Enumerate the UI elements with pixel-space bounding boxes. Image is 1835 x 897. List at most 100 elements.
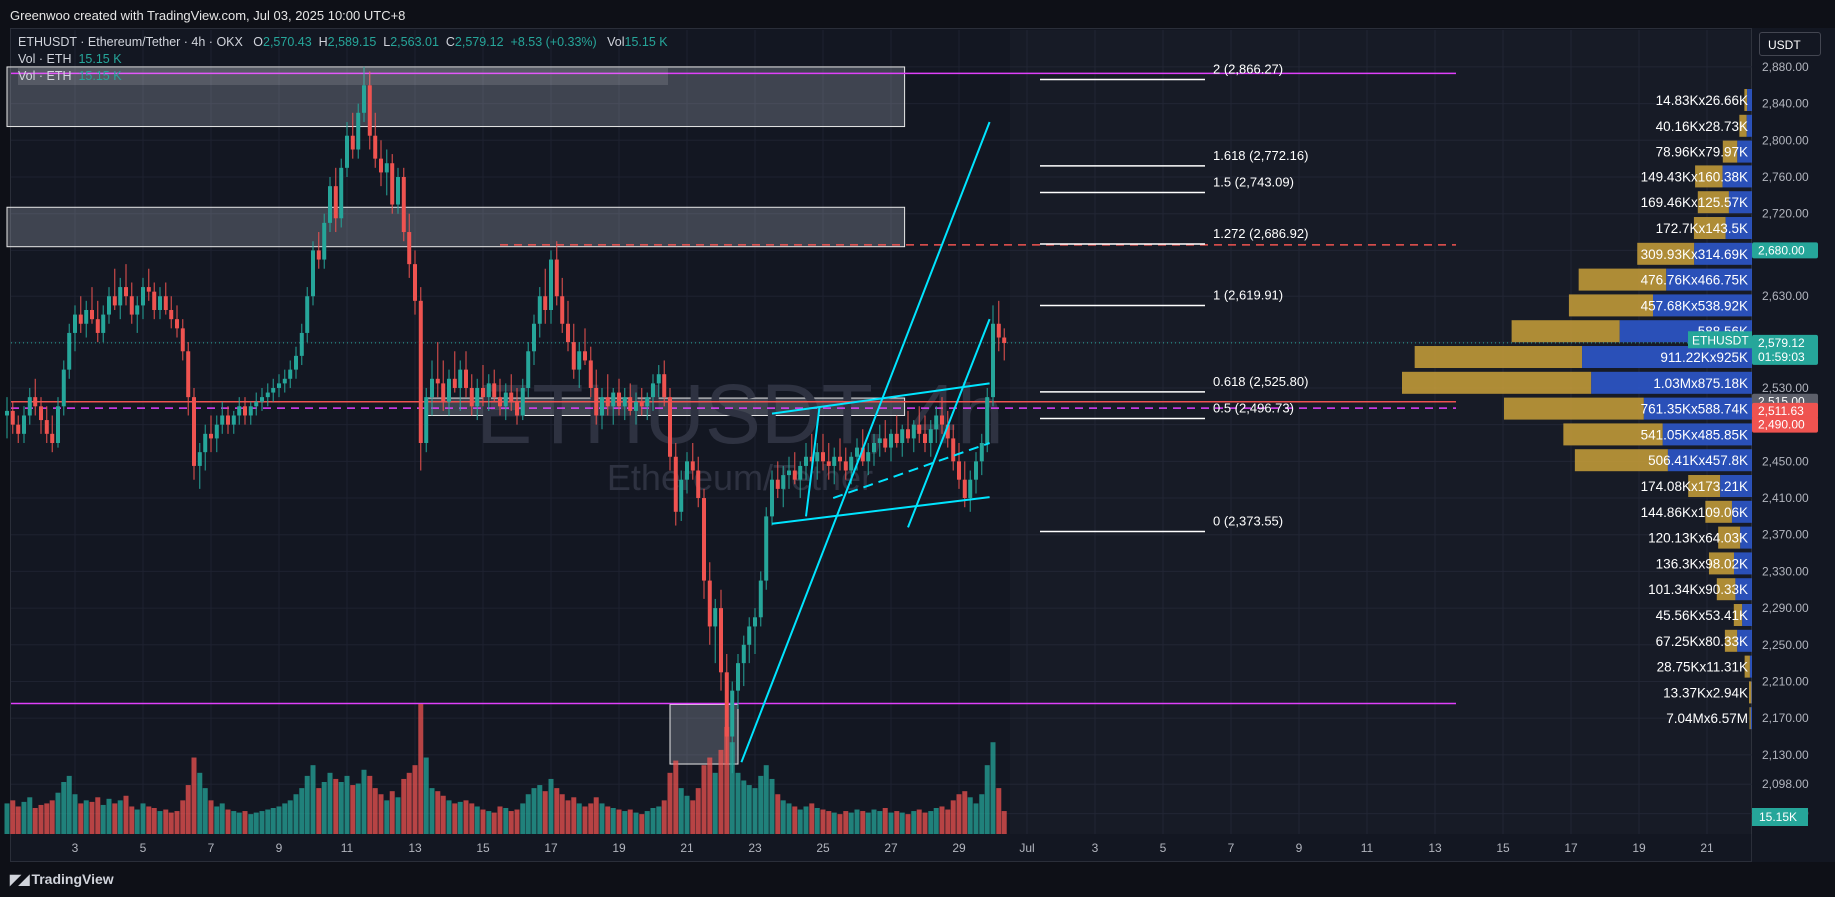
volume-bar — [684, 795, 690, 834]
volume-bar — [854, 809, 860, 834]
volume-bar — [61, 782, 67, 834]
volume-bar — [4, 803, 10, 834]
candle-body — [452, 378, 457, 388]
volume-bar — [151, 808, 157, 834]
time-tick: 19 — [612, 841, 626, 855]
candle-body — [611, 392, 616, 407]
candle-body — [5, 410, 9, 416]
candle-body — [464, 369, 468, 388]
candle-body — [384, 163, 389, 173]
candle-body — [129, 296, 134, 315]
candle-body — [345, 135, 349, 168]
volume-bar — [650, 808, 656, 834]
volume-bar — [707, 757, 713, 834]
volume-bar — [520, 803, 526, 834]
price-tick: 2,290.00 — [1762, 601, 1809, 615]
volume-bar — [344, 775, 350, 834]
candle-body — [787, 470, 791, 476]
profile-sell-bar — [1751, 681, 1752, 704]
profile-label: 172.7Kx143.5K — [1656, 221, 1748, 236]
volume-bar — [270, 808, 276, 834]
volume-bar — [123, 795, 129, 834]
candle-body — [73, 314, 77, 333]
price-tag-text: 2,680.00 — [1758, 243, 1805, 257]
candle-body — [203, 433, 208, 453]
candle-body — [237, 406, 242, 416]
price-axis-bg — [1752, 28, 1835, 862]
chart-canvas[interactable]: ETHUSDT, 4h Ethereum/Tether 2 (2,866.27)… — [0, 0, 1835, 897]
candle-body — [928, 429, 933, 443]
volume-bar — [928, 811, 934, 834]
profile-label: 309.93Kx314.69K — [1641, 247, 1748, 262]
profile-label: 174.08Kx173.21K — [1641, 479, 1748, 494]
volume-bar — [401, 778, 407, 834]
volume-bar — [746, 785, 752, 834]
legend-high: 2,589.15 — [327, 35, 377, 49]
volume-bar — [559, 794, 565, 834]
profile-label: 506.41Kx457.8K — [1648, 453, 1748, 468]
profile-label: 149.43Kx160.38K — [1641, 169, 1748, 184]
volume-bar — [882, 808, 888, 834]
volume-bar — [95, 797, 101, 834]
price-tick: 2,880.00 — [1762, 60, 1809, 74]
volume-bar — [531, 788, 537, 834]
candle-body — [118, 287, 123, 306]
volume-bar — [593, 797, 599, 834]
volume-bar — [537, 785, 543, 834]
volume-bar — [542, 791, 548, 834]
price-tick: 2,450.00 — [1762, 454, 1809, 468]
volume-bar — [616, 809, 622, 834]
profile-label: 45.56Kx53.41K — [1656, 608, 1748, 623]
volume-bar — [10, 800, 16, 834]
legend-vol-row-highlight[interactable]: Vol · ETH 15.15 K — [18, 68, 668, 85]
currency-button[interactable]: USDT — [1759, 32, 1821, 56]
volume-bar — [418, 704, 424, 834]
volume-bar — [327, 772, 333, 834]
candle-body — [866, 452, 871, 462]
candle-body — [668, 397, 672, 457]
candle-body — [764, 516, 769, 581]
volume-bar — [78, 803, 84, 834]
candle-body — [407, 232, 412, 265]
profile-sell-bar — [1750, 707, 1752, 730]
volume-bar — [310, 765, 316, 834]
time-tick: 19 — [1632, 841, 1646, 855]
volume-bar — [979, 794, 985, 834]
volume-bar — [639, 814, 645, 834]
volume-bar — [429, 788, 435, 834]
candle-body — [362, 85, 366, 113]
candle-body — [124, 287, 128, 297]
time-tick: 21 — [1700, 841, 1714, 855]
volume-bar — [299, 788, 305, 834]
volume-bar — [378, 794, 384, 834]
volume-bar — [582, 806, 588, 834]
time-tick: 7 — [1228, 841, 1235, 855]
candle-body — [146, 287, 151, 292]
candle-body — [617, 392, 621, 407]
volume-bar — [174, 811, 180, 834]
volume-bar — [276, 806, 282, 834]
volume-bar — [197, 772, 203, 834]
candle-body — [169, 310, 174, 320]
legend-vol-label: Vol — [607, 35, 625, 49]
candle-body — [197, 452, 202, 466]
legend-ohlc-row: ETHUSDT · Ethereum/Tether · 4h · OKX O2,… — [18, 34, 668, 51]
volume-bar — [361, 769, 367, 834]
candle-body — [537, 296, 542, 324]
fib-level-label: 1.618 (2,772.16) — [1213, 148, 1308, 163]
candle-body — [56, 406, 60, 443]
candle-body — [520, 387, 525, 416]
candle-body — [288, 369, 293, 379]
candle-body — [832, 456, 837, 466]
volume-bar — [656, 806, 662, 834]
volume-bar — [990, 742, 996, 834]
volume-bar — [423, 757, 429, 834]
legend-vol-row[interactable]: Vol · ETH 15.15 K — [18, 51, 668, 68]
volume-bar — [355, 783, 361, 834]
candle-body — [781, 475, 786, 489]
candle-body — [968, 479, 973, 499]
candle-body — [736, 663, 740, 691]
candle-body — [271, 387, 276, 393]
volume-bar — [38, 804, 44, 834]
time-tick: 15 — [476, 841, 490, 855]
